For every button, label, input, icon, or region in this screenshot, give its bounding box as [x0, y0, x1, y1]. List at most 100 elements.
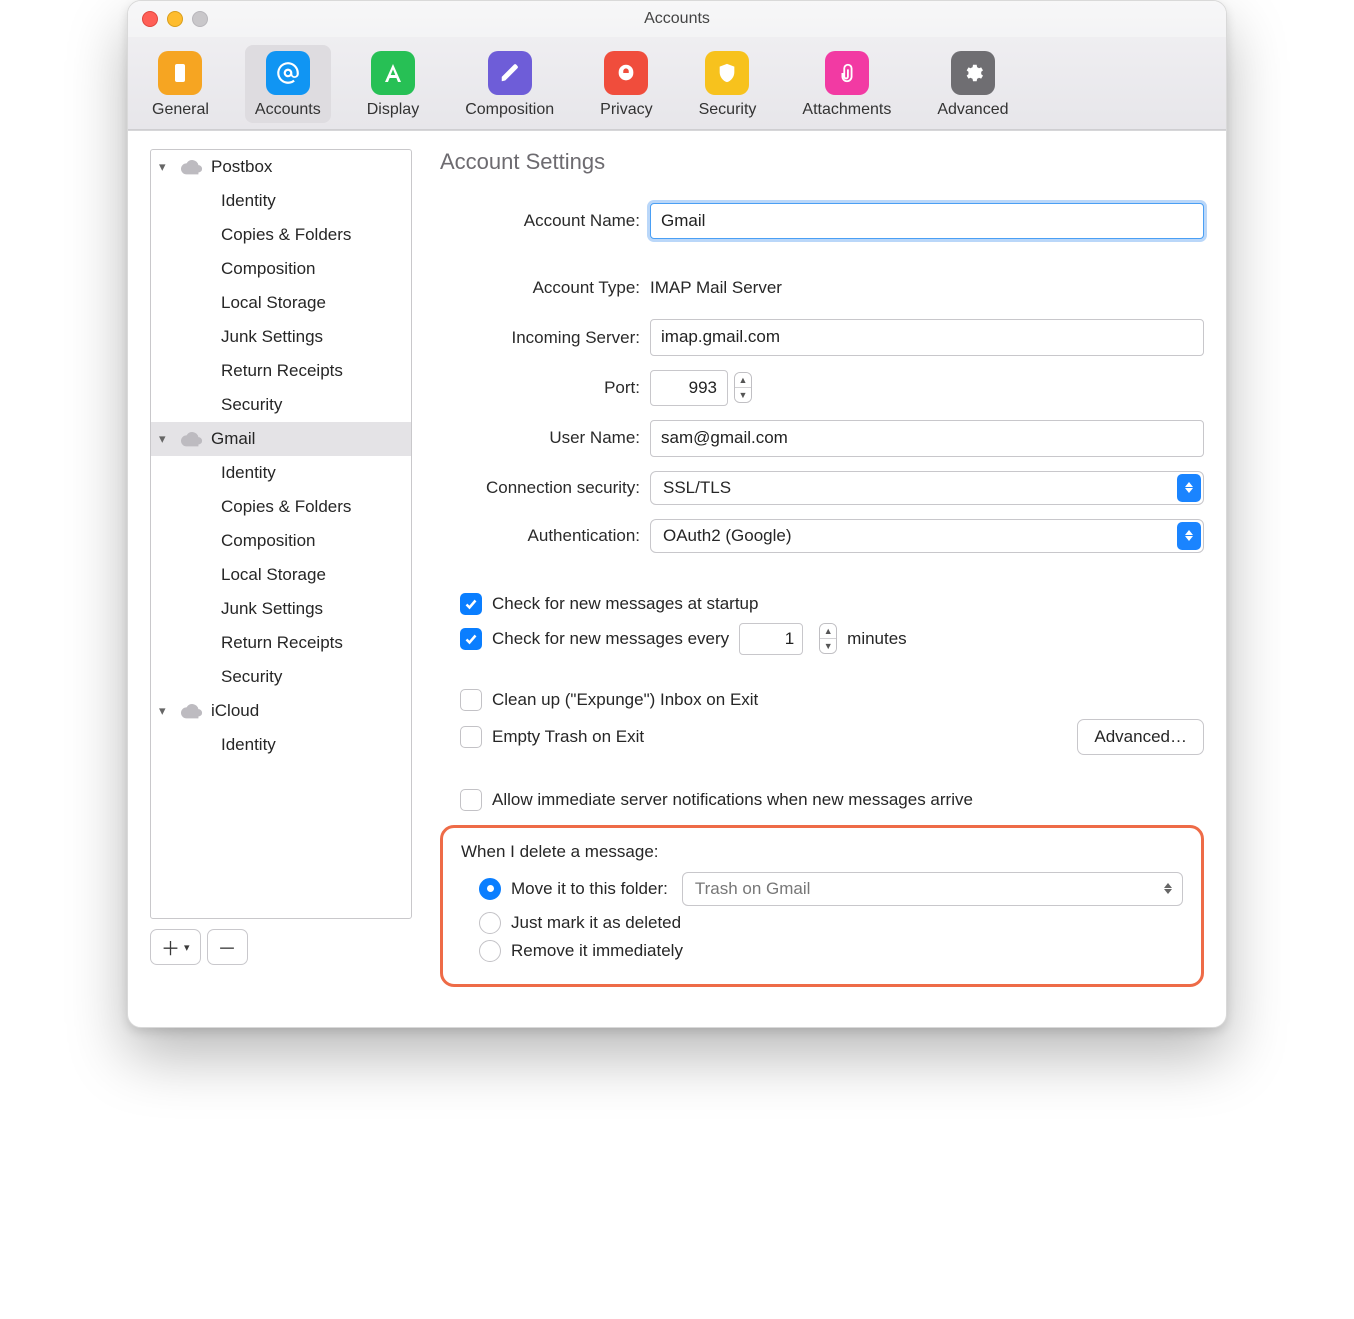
- sidebar-item-identity[interactable]: Identity: [151, 728, 411, 762]
- account-icloud[interactable]: ▾ iCloud: [151, 694, 411, 728]
- check-startup-label: Check for new messages at startup: [492, 594, 758, 614]
- accounts-sidebar: ▾ Postbox Identity Copies & Folders Comp…: [150, 149, 412, 987]
- check-every-checkbox[interactable]: [460, 628, 482, 650]
- chevron-down-icon: ▾: [184, 941, 190, 954]
- account-postbox[interactable]: ▾ Postbox: [151, 150, 411, 184]
- sidebar-item-copies[interactable]: Copies & Folders: [151, 490, 411, 524]
- select-value: Trash on Gmail: [695, 879, 811, 899]
- sidebar-item-security[interactable]: Security: [151, 660, 411, 694]
- paperclip-icon: [825, 51, 869, 95]
- label-account-name: Account Name:: [440, 211, 650, 231]
- titlebar: Accounts General Accounts Display: [128, 1, 1226, 131]
- sidebar-item-composition[interactable]: Composition: [151, 252, 411, 286]
- stepper-down-icon[interactable]: ▼: [820, 638, 836, 653]
- tab-security[interactable]: Security: [689, 45, 767, 123]
- chevron-down-icon: ▾: [159, 431, 173, 447]
- chevron-down-icon: ▾: [159, 159, 173, 175]
- stepper-up-icon[interactable]: ▲: [820, 624, 836, 638]
- sidebar-item-junk[interactable]: Junk Settings: [151, 592, 411, 626]
- sidebar-item-receipts[interactable]: Return Receipts: [151, 354, 411, 388]
- server-notifications-label: Allow immediate server notifications whe…: [492, 790, 973, 810]
- tab-display[interactable]: Display: [357, 45, 429, 123]
- tab-label: Privacy: [600, 101, 652, 119]
- connection-security-select[interactable]: SSL/TLS: [650, 471, 1204, 505]
- window-minimize-button[interactable]: [167, 11, 183, 27]
- delete-message-group: When I delete a message: Move it to this…: [440, 825, 1204, 987]
- delete-remove-label: Remove it immediately: [511, 941, 683, 961]
- tab-attachments[interactable]: Attachments: [792, 45, 901, 123]
- label-incoming-server: Incoming Server:: [440, 328, 650, 348]
- sidebar-item-identity[interactable]: Identity: [151, 184, 411, 218]
- port-stepper[interactable]: ▲ ▼: [734, 372, 752, 403]
- sidebar-item-composition[interactable]: Composition: [151, 524, 411, 558]
- add-account-button[interactable]: ＋▾: [150, 929, 201, 965]
- incoming-server-input[interactable]: imap.gmail.com: [650, 319, 1204, 355]
- delete-mark-radio[interactable]: [479, 912, 501, 934]
- advanced-button[interactable]: Advanced…: [1077, 719, 1204, 755]
- preferences-toolbar: General Accounts Display Composition: [128, 37, 1226, 130]
- sidebar-item-receipts[interactable]: Return Receipts: [151, 626, 411, 660]
- account-type-value: IMAP Mail Server: [650, 271, 782, 305]
- user-name-input[interactable]: sam@gmail.com: [650, 420, 1204, 456]
- empty-trash-checkbox[interactable]: [460, 726, 482, 748]
- label-user-name: User Name:: [440, 428, 650, 448]
- window-title: Accounts: [128, 10, 1226, 28]
- sidebar-item-identity[interactable]: Identity: [151, 456, 411, 490]
- label-account-type: Account Type:: [440, 278, 650, 298]
- window-zoom-button[interactable]: [192, 11, 208, 27]
- authentication-select[interactable]: OAuth2 (Google): [650, 519, 1204, 553]
- delete-mark-label: Just mark it as deleted: [511, 913, 681, 933]
- chevron-down-icon: ▾: [159, 703, 173, 719]
- check-every-input[interactable]: 1: [739, 623, 803, 655]
- delete-move-radio[interactable]: [479, 878, 501, 900]
- letter-icon: [371, 51, 415, 95]
- pencil-icon: [488, 51, 532, 95]
- gear-icon: [951, 51, 995, 95]
- account-gmail[interactable]: ▾ Gmail: [151, 422, 411, 456]
- cleanup-checkbox[interactable]: [460, 689, 482, 711]
- account-settings-panel: Account Settings Account Name: Gmail Acc…: [440, 149, 1204, 987]
- check-every-unit: minutes: [847, 629, 907, 649]
- sidebar-item-security[interactable]: Security: [151, 388, 411, 422]
- tab-general[interactable]: General: [142, 45, 219, 123]
- sidebar-item-copies[interactable]: Copies & Folders: [151, 218, 411, 252]
- server-notifications-checkbox[interactable]: [460, 789, 482, 811]
- select-value: OAuth2 (Google): [663, 526, 792, 546]
- tab-accounts[interactable]: Accounts: [245, 45, 331, 123]
- stepper-down-icon[interactable]: ▼: [735, 387, 751, 402]
- lock-icon: [604, 51, 648, 95]
- delete-folder-select[interactable]: Trash on Gmail: [682, 872, 1183, 906]
- preferences-window: Accounts General Accounts Display: [127, 0, 1227, 1028]
- check-every-stepper[interactable]: ▲ ▼: [819, 623, 837, 654]
- device-icon: [158, 51, 202, 95]
- select-arrows-icon: [1156, 875, 1180, 903]
- tab-privacy[interactable]: Privacy: [590, 45, 662, 123]
- check-startup-checkbox[interactable]: [460, 593, 482, 615]
- remove-account-button[interactable]: －: [207, 929, 248, 965]
- account-name-input[interactable]: Gmail: [650, 203, 1204, 239]
- panel-heading: Account Settings: [440, 149, 1204, 175]
- cloud-icon: [181, 431, 203, 447]
- check-every-label-pre: Check for new messages every: [492, 629, 729, 649]
- port-input[interactable]: 993: [650, 370, 728, 406]
- account-name: Gmail: [211, 429, 255, 449]
- account-name: iCloud: [211, 701, 259, 721]
- cleanup-label: Clean up ("Expunge") Inbox on Exit: [492, 690, 758, 710]
- empty-trash-label: Empty Trash on Exit: [492, 727, 644, 747]
- select-arrows-icon: [1177, 522, 1201, 550]
- sidebar-item-junk[interactable]: Junk Settings: [151, 320, 411, 354]
- window-close-button[interactable]: [142, 11, 158, 27]
- shield-icon: [705, 51, 749, 95]
- sidebar-item-local-storage[interactable]: Local Storage: [151, 286, 411, 320]
- account-name: Postbox: [211, 157, 272, 177]
- tab-label: Accounts: [255, 101, 321, 119]
- accounts-tree[interactable]: ▾ Postbox Identity Copies & Folders Comp…: [150, 149, 412, 919]
- tab-label: Composition: [465, 101, 554, 119]
- tab-advanced[interactable]: Advanced: [927, 45, 1018, 123]
- delete-remove-radio[interactable]: [479, 940, 501, 962]
- stepper-up-icon[interactable]: ▲: [735, 373, 751, 387]
- sidebar-item-local-storage[interactable]: Local Storage: [151, 558, 411, 592]
- select-value: SSL/TLS: [663, 478, 731, 498]
- tab-composition[interactable]: Composition: [455, 45, 564, 123]
- select-arrows-icon: [1177, 474, 1201, 502]
